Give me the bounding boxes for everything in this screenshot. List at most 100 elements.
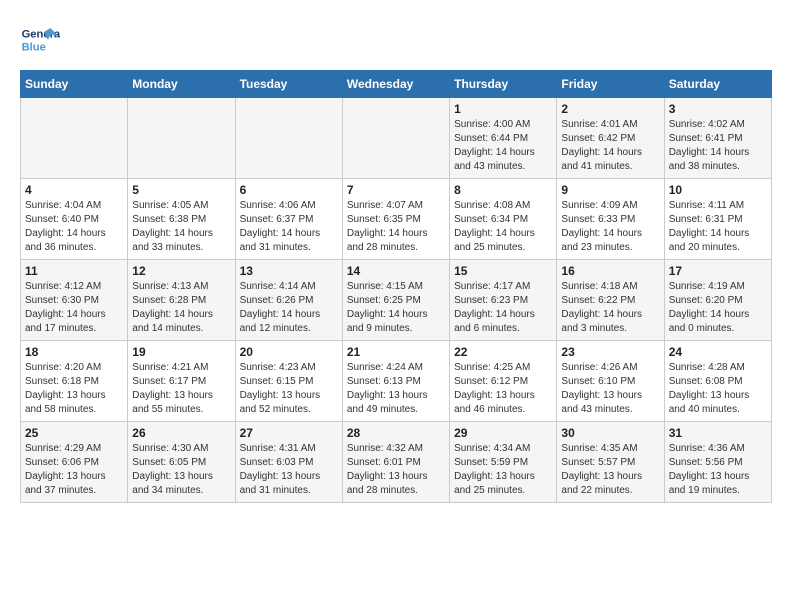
day-info: Sunrise: 4:15 AM Sunset: 6:25 PM Dayligh… [347,280,445,336]
day-info: Sunrise: 4:34 AM Sunset: 5:59 PM Dayligh… [454,442,552,498]
calendar-week-row: 4 Sunrise: 4:04 AM Sunset: 6:40 PM Daylig… [21,179,772,260]
calendar-cell: 30Sunrise: 4:35 AM Sunset: 5:57 PM Dayli… [557,422,664,503]
day-info: Sunrise: 4:04 AM Sunset: 6:40 PM Dayligh… [25,199,123,255]
calendar-cell: 21Sunrise: 4:24 AM Sunset: 6:13 PM Dayli… [342,341,449,422]
header-day-monday: Monday [128,71,235,98]
day-info: Sunrise: 4:36 AM Sunset: 5:56 PM Dayligh… [669,442,767,498]
calendar-cell: 25 Sunrise: 4:29 AM Sunset: 6:06 PM Dayli… [21,422,128,503]
svg-text:Blue: Blue [22,41,46,53]
day-number: 13 [240,264,338,278]
calendar-cell [342,98,449,179]
day-info: Sunrise: 4:20 AM Sunset: 6:18 PM Dayligh… [25,361,123,417]
day-number: 10 [669,183,767,197]
calendar-cell: 3 Sunrise: 4:02 AM Sunset: 6:41 PM Daylig… [664,98,771,179]
day-info: Sunrise: 4:01 AM Sunset: 6:42 PM Dayligh… [561,118,659,174]
day-info: Sunrise: 4:18 AM Sunset: 6:22 PM Dayligh… [561,280,659,336]
calendar-cell: 11 Sunrise: 4:12 AM Sunset: 6:30 PM Dayli… [21,260,128,341]
calendar-cell: 10 Sunrise: 4:11 AM Sunset: 6:31 PM Dayli… [664,179,771,260]
calendar-cell: 12Sunrise: 4:13 AM Sunset: 6:28 PM Dayli… [128,260,235,341]
calendar-table: SundayMondayTuesdayWednesdayThursdayFrid… [20,70,772,503]
day-number: 2 [561,102,659,116]
day-info: Sunrise: 4:11 AM Sunset: 6:31 PM Dayligh… [669,199,767,255]
calendar-cell: 8 Sunrise: 4:08 AM Sunset: 6:34 PM Daylig… [450,179,557,260]
day-info: Sunrise: 4:31 AM Sunset: 6:03 PM Dayligh… [240,442,338,498]
calendar-cell: 24 Sunrise: 4:28 AM Sunset: 6:08 PM Dayli… [664,341,771,422]
day-info: Sunrise: 4:12 AM Sunset: 6:30 PM Dayligh… [25,280,123,336]
calendar-cell: 7Sunrise: 4:07 AM Sunset: 6:35 PM Daylig… [342,179,449,260]
day-info: Sunrise: 4:06 AM Sunset: 6:37 PM Dayligh… [240,199,338,255]
calendar-header-row: SundayMondayTuesdayWednesdayThursdayFrid… [21,71,772,98]
day-info: Sunrise: 4:32 AM Sunset: 6:01 PM Dayligh… [347,442,445,498]
day-number: 19 [132,345,230,359]
day-number: 21 [347,345,445,359]
day-number: 3 [669,102,767,116]
day-number: 22 [454,345,552,359]
calendar-cell: 28 Sunrise: 4:32 AM Sunset: 6:01 PM Dayli… [342,422,449,503]
day-number: 1 [454,102,552,116]
calendar-week-row: 11 Sunrise: 4:12 AM Sunset: 6:30 PM Dayli… [21,260,772,341]
header-day-tuesday: Tuesday [235,71,342,98]
day-info: Sunrise: 4:29 AM Sunset: 6:06 PM Dayligh… [25,442,123,498]
header-day-wednesday: Wednesday [342,71,449,98]
day-number: 25 [25,426,123,440]
day-info: Sunrise: 4:14 AM Sunset: 6:26 PM Dayligh… [240,280,338,336]
calendar-cell: 27 Sunrise: 4:31 AM Sunset: 6:03 PM Dayli… [235,422,342,503]
calendar-cell: 20 Sunrise: 4:23 AM Sunset: 6:15 PM Dayli… [235,341,342,422]
header-day-saturday: Saturday [664,71,771,98]
day-info: Sunrise: 4:02 AM Sunset: 6:41 PM Dayligh… [669,118,767,174]
day-number: 31 [669,426,767,440]
calendar-cell: 4 Sunrise: 4:04 AM Sunset: 6:40 PM Daylig… [21,179,128,260]
calendar-cell: 5 Sunrise: 4:05 AM Sunset: 6:38 PM Daylig… [128,179,235,260]
calendar-cell [235,98,342,179]
calendar-cell: 13 Sunrise: 4:14 AM Sunset: 6:26 PM Dayli… [235,260,342,341]
day-number: 8 [454,183,552,197]
day-info: Sunrise: 4:08 AM Sunset: 6:34 PM Dayligh… [454,199,552,255]
calendar-cell: 26Sunrise: 4:30 AM Sunset: 6:05 PM Dayli… [128,422,235,503]
calendar-cell: 19Sunrise: 4:21 AM Sunset: 6:17 PM Dayli… [128,341,235,422]
day-number: 18 [25,345,123,359]
day-number: 5 [132,183,230,197]
day-info: Sunrise: 4:23 AM Sunset: 6:15 PM Dayligh… [240,361,338,417]
day-number: 14 [347,264,445,278]
day-info: Sunrise: 4:00 AM Sunset: 6:44 PM Dayligh… [454,118,552,174]
day-number: 29 [454,426,552,440]
calendar-cell: 29 Sunrise: 4:34 AM Sunset: 5:59 PM Dayli… [450,422,557,503]
header-day-sunday: Sunday [21,71,128,98]
day-number: 17 [669,264,767,278]
calendar-cell: 18 Sunrise: 4:20 AM Sunset: 6:18 PM Dayli… [21,341,128,422]
calendar-week-row: 18 Sunrise: 4:20 AM Sunset: 6:18 PM Dayli… [21,341,772,422]
logo: General Blue [20,20,60,60]
day-info: Sunrise: 4:19 AM Sunset: 6:20 PM Dayligh… [669,280,767,336]
calendar-cell [21,98,128,179]
day-number: 20 [240,345,338,359]
day-number: 27 [240,426,338,440]
day-number: 6 [240,183,338,197]
day-info: Sunrise: 4:07 AM Sunset: 6:35 PM Dayligh… [347,199,445,255]
day-info: Sunrise: 4:09 AM Sunset: 6:33 PM Dayligh… [561,199,659,255]
day-info: Sunrise: 4:28 AM Sunset: 6:08 PM Dayligh… [669,361,767,417]
calendar-cell: 15 Sunrise: 4:17 AM Sunset: 6:23 PM Dayli… [450,260,557,341]
day-number: 16 [561,264,659,278]
day-info: Sunrise: 4:05 AM Sunset: 6:38 PM Dayligh… [132,199,230,255]
calendar-cell: 22 Sunrise: 4:25 AM Sunset: 6:12 PM Dayli… [450,341,557,422]
day-info: Sunrise: 4:17 AM Sunset: 6:23 PM Dayligh… [454,280,552,336]
day-number: 9 [561,183,659,197]
calendar-cell: 6 Sunrise: 4:06 AM Sunset: 6:37 PM Daylig… [235,179,342,260]
logo-icon: General Blue [20,20,60,60]
day-number: 4 [25,183,123,197]
day-number: 26 [132,426,230,440]
day-number: 15 [454,264,552,278]
day-number: 24 [669,345,767,359]
header: General Blue [20,20,772,60]
calendar-cell: 9 Sunrise: 4:09 AM Sunset: 6:33 PM Daylig… [557,179,664,260]
calendar-cell: 1 Sunrise: 4:00 AM Sunset: 6:44 PM Daylig… [450,98,557,179]
day-info: Sunrise: 4:25 AM Sunset: 6:12 PM Dayligh… [454,361,552,417]
calendar-cell: 17 Sunrise: 4:19 AM Sunset: 6:20 PM Dayli… [664,260,771,341]
calendar-cell: 14 Sunrise: 4:15 AM Sunset: 6:25 PM Dayli… [342,260,449,341]
calendar-week-row: 25 Sunrise: 4:29 AM Sunset: 6:06 PM Dayli… [21,422,772,503]
day-number: 12 [132,264,230,278]
calendar-cell: 16 Sunrise: 4:18 AM Sunset: 6:22 PM Dayli… [557,260,664,341]
day-number: 28 [347,426,445,440]
calendar-cell: 2 Sunrise: 4:01 AM Sunset: 6:42 PM Daylig… [557,98,664,179]
day-number: 11 [25,264,123,278]
